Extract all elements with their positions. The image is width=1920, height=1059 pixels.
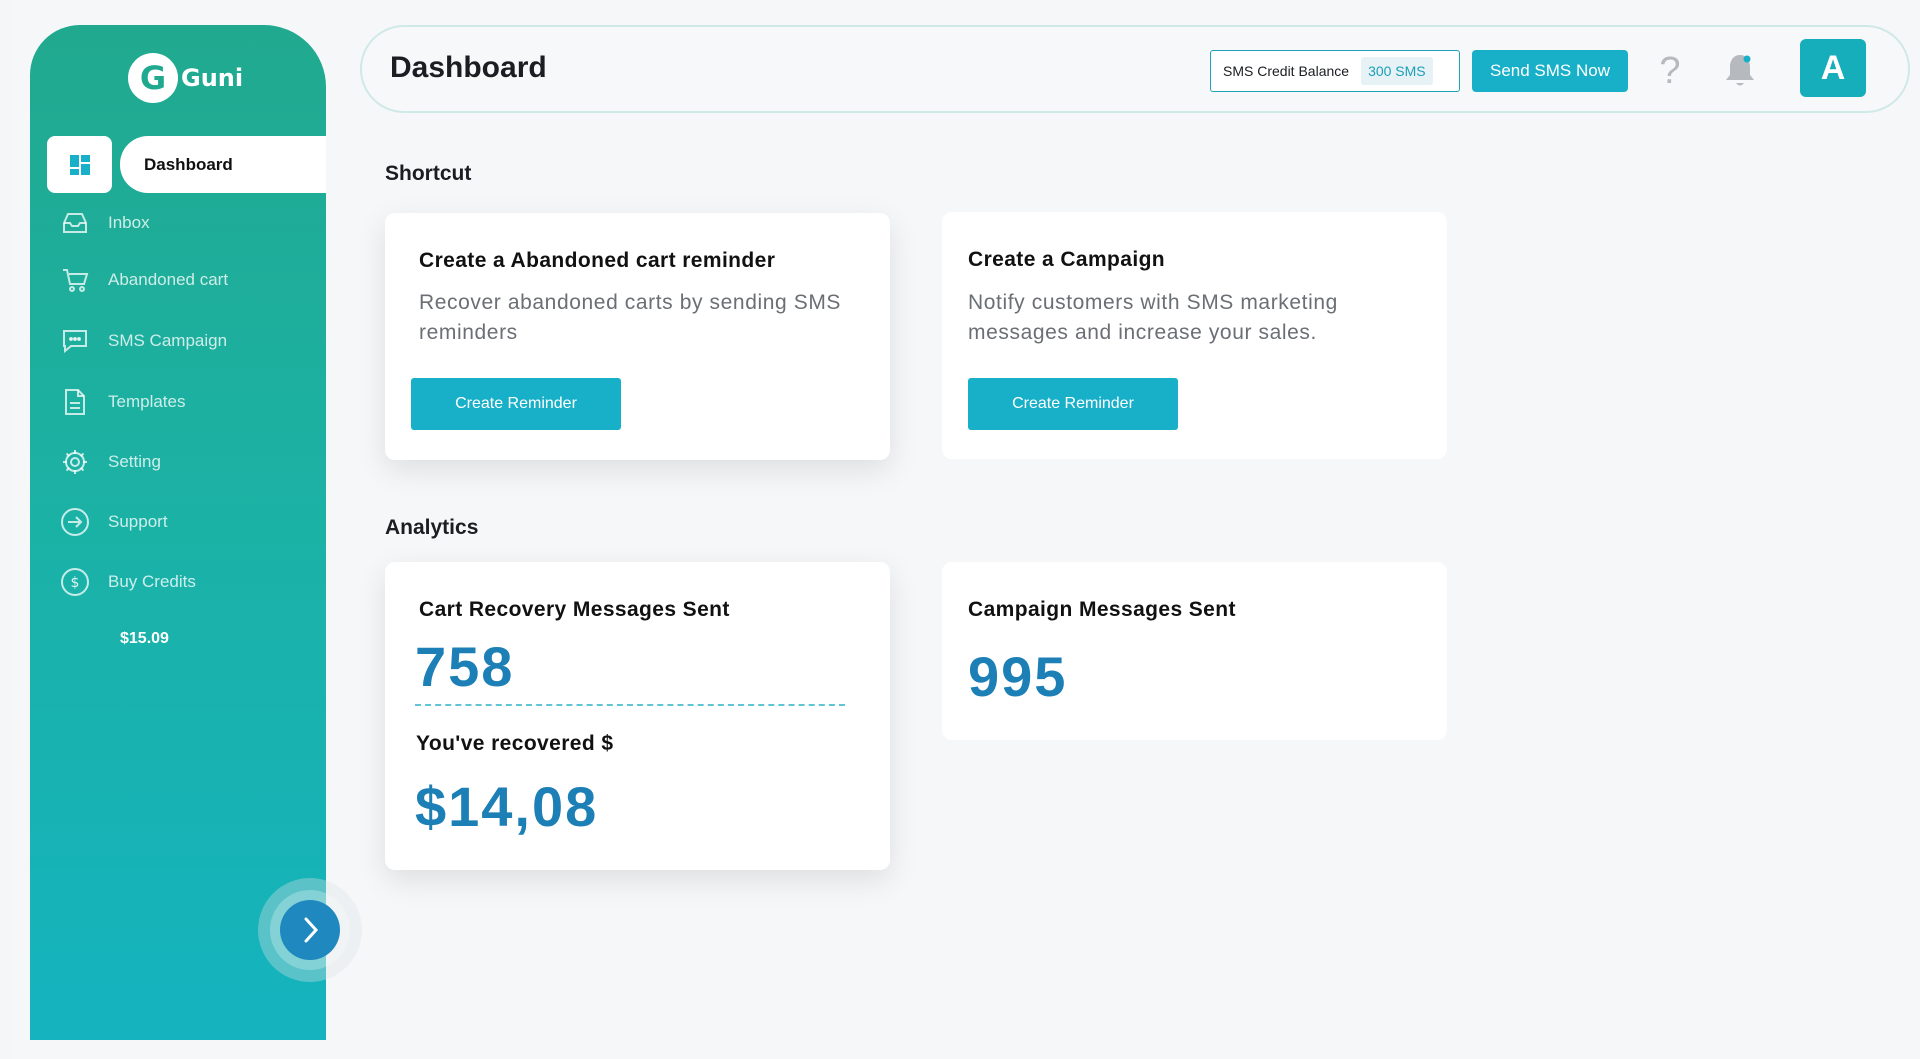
logo-text: Guni xyxy=(181,64,244,92)
card-title: Campaign Messages Sent xyxy=(968,598,1236,621)
sidebar-item-label: Setting xyxy=(108,452,161,471)
top-header: Dashboard SMS Credit Balance 300 SMS Sen… xyxy=(360,25,1910,113)
sidebar-item-dashboard[interactable]: Dashboard xyxy=(30,136,326,196)
create-reminder-button[interactable]: Create Reminder xyxy=(411,378,621,430)
sidebar: G Guni Dashboard Inbox Abandoned cart SM… xyxy=(30,25,326,1040)
sms-credit-balance: SMS Credit Balance 300 SMS xyxy=(1210,50,1460,92)
sidebar-item-inbox[interactable]: Inbox xyxy=(60,208,150,238)
abandoned-cart-shortcut-card: Create a Abandoned cart reminder Recover… xyxy=(385,213,890,460)
campaign-shortcut-card: Create a Campaign Notify customers with … xyxy=(942,212,1447,459)
sidebar-item-label: Inbox xyxy=(108,213,150,232)
sidebar-item-sms-campaign[interactable]: SMS Campaign xyxy=(60,326,227,356)
svg-text:$: $ xyxy=(71,575,80,591)
sidebar-item-setting[interactable]: Setting xyxy=(60,447,161,477)
sidebar-item-label: Dashboard xyxy=(120,136,326,193)
sidebar-item-label: Support xyxy=(108,512,168,531)
sidebar-item-abandoned-cart[interactable]: Abandoned cart xyxy=(60,265,228,295)
bell-icon[interactable] xyxy=(1722,51,1758,91)
sidebar-toggle-button[interactable] xyxy=(280,900,340,960)
sidebar-item-label: Abandoned cart xyxy=(108,270,229,289)
sidebar-item-templates[interactable]: Templates xyxy=(60,387,185,417)
card-title: Create a Campaign xyxy=(968,248,1166,271)
card-title: Cart Recovery Messages Sent xyxy=(419,598,730,621)
create-campaign-button[interactable]: Create Reminder xyxy=(968,378,1178,430)
logo-mark: G xyxy=(128,53,178,103)
avatar[interactable]: A xyxy=(1800,39,1866,97)
chat-icon xyxy=(60,326,90,356)
logo[interactable]: G Guni xyxy=(128,53,243,103)
page-title: Dashboard xyxy=(390,51,547,84)
inbox-icon xyxy=(60,208,90,238)
analytics-section-title: Analytics xyxy=(385,516,479,539)
send-sms-now-button[interactable]: Send SMS Now xyxy=(1472,50,1628,92)
sidebar-item-buy-credits[interactable]: $ Buy Credits xyxy=(60,567,196,597)
recovered-label: You've recovered $ xyxy=(416,732,614,755)
gear-icon xyxy=(60,447,90,477)
sidebar-item-support[interactable]: Support xyxy=(60,507,168,537)
card-title: Create a Abandoned cart reminder xyxy=(419,249,776,272)
dollar-icon: $ xyxy=(60,567,90,597)
chevron-right-icon xyxy=(304,917,319,943)
logo-letter: G xyxy=(139,59,167,97)
cart-icon xyxy=(60,265,90,295)
divider xyxy=(415,704,845,706)
shortcut-section-title: Shortcut xyxy=(385,162,472,185)
credits-balance-value: $15.09 xyxy=(120,630,169,647)
sidebar-item-label: SMS Campaign xyxy=(108,331,228,350)
sidebar-item-label: Templates xyxy=(108,392,186,411)
document-icon xyxy=(60,387,90,417)
sidebar-item-label: Buy Credits xyxy=(108,572,196,591)
campaign-stats-card: Campaign Messages Sent 995 xyxy=(942,562,1447,740)
recovered-amount: $14,08 xyxy=(415,775,599,838)
card-description: Recover abandoned carts by sending SMS r… xyxy=(419,291,842,344)
cart-recovery-stats-card: Cart Recovery Messages Sent 758 You've r… xyxy=(385,562,890,870)
arrow-circle-icon xyxy=(60,507,90,537)
dashboard-icon xyxy=(47,136,112,193)
card-description: Notify customers with SMS marketing mess… xyxy=(968,291,1338,344)
campaign-count: 995 xyxy=(968,645,1068,708)
cart-recovery-count: 758 xyxy=(415,635,515,698)
credit-badge: 300 SMS xyxy=(1361,57,1433,85)
credit-label: SMS Credit Balance xyxy=(1223,63,1350,79)
help-icon[interactable]: ? xyxy=(1652,47,1688,95)
